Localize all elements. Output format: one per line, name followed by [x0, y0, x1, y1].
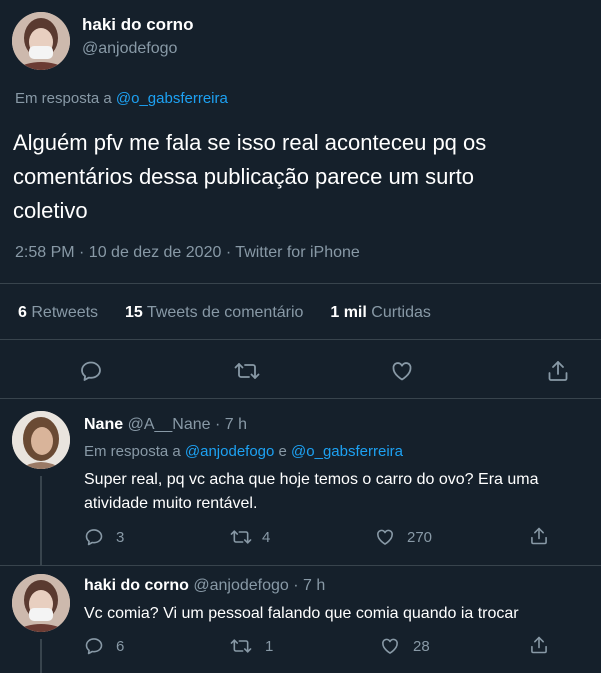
reply-to-link[interactable]: @o_gabsferreira	[291, 443, 403, 460]
like-icon[interactable]	[390, 359, 414, 383]
reply-display-name[interactable]: haki do corno	[84, 577, 189, 594]
reply-icon[interactable]	[79, 359, 103, 383]
tweet-stats: 6 Retweets 15 Tweets de comentário 1 mil…	[18, 304, 431, 322]
like-count: 28	[413, 638, 430, 655]
thread-line	[40, 639, 42, 673]
comments-stat[interactable]: 15 Tweets de comentário	[125, 304, 308, 321]
retweet-icon[interactable]	[230, 636, 252, 656]
tweet-text: Alguém pfv me fala se isso real acontece…	[13, 126, 593, 228]
tweet-text-line: comentários dessa publicação parece um s…	[13, 164, 475, 189]
retweets-stat[interactable]: 6 Retweets	[18, 304, 103, 321]
reply-context: Em resposta a @o_gabsferreira	[15, 90, 228, 107]
share-icon[interactable]	[529, 635, 549, 655]
likes-label: Curtidas	[371, 304, 431, 321]
share-icon[interactable]	[529, 526, 549, 546]
reply-prefix: Em resposta a	[15, 90, 112, 107]
retweets-count: 6	[18, 304, 27, 321]
reply-text: Super real, pq vc acha que hoje temos o …	[84, 468, 594, 516]
thread-line	[40, 476, 42, 566]
avatar-image	[12, 574, 70, 632]
reply-header: Nane @A__Nane · 7 h	[84, 416, 247, 434]
reply-count: 3	[116, 529, 125, 546]
like-icon[interactable]	[375, 527, 395, 547]
like-icon[interactable]	[380, 636, 400, 656]
comments-count: 15	[124, 304, 143, 321]
reply-avatar[interactable]	[12, 411, 70, 469]
reply-handle-time[interactable]: @anjodefogo · 7 h	[193, 577, 325, 594]
reply-text-line: Super real, pq vc acha que hoje temos o …	[84, 471, 539, 488]
retweet-icon[interactable]	[230, 527, 252, 547]
reply-prefix: Em resposta a	[84, 443, 181, 460]
tweet-text-line: Alguém pfv me fala se isso real acontece…	[13, 130, 487, 155]
reply-icon[interactable]	[84, 636, 104, 656]
reply-text: Vc comia? Vi um pessoal falando que comi…	[84, 602, 594, 626]
author-display-name[interactable]: haki do corno	[82, 15, 193, 35]
like-count: 270	[407, 529, 433, 546]
tweet-text-line: coletivo	[13, 198, 88, 223]
share-icon[interactable]	[546, 359, 570, 383]
reply-avatar[interactable]	[12, 574, 70, 632]
reply-to-link[interactable]: @anjodefogo	[185, 443, 274, 460]
tweet-meta[interactable]: 2:58 PM · 10 de dez de 2020 · Twitter fo…	[15, 244, 360, 262]
author-avatar[interactable]	[12, 12, 70, 70]
reply-context: Em resposta a @anjodefogo e @o_gabsferre…	[84, 443, 403, 460]
likes-stat[interactable]: 1 mil Curtidas	[330, 304, 431, 321]
retweet-count: 1	[265, 638, 274, 655]
retweet-icon[interactable]	[234, 359, 260, 383]
reply-count: 6	[116, 638, 125, 655]
reply-header: haki do corno @anjodefogo · 7 h	[84, 577, 325, 595]
divider	[0, 339, 601, 340]
divider	[0, 565, 601, 566]
likes-count: 1 mil	[330, 304, 367, 321]
retweets-label: Retweets	[31, 304, 99, 321]
retweet-count: 4	[262, 529, 271, 546]
divider	[0, 283, 601, 284]
reply-to-link[interactable]: @o_gabsferreira	[116, 90, 228, 107]
reply-and: e	[278, 443, 287, 460]
avatar-image	[12, 12, 70, 70]
author-handle[interactable]: @anjodefogo	[82, 40, 177, 58]
reply-handle-time[interactable]: @A__Nane · 7 h	[128, 416, 247, 433]
divider	[0, 398, 601, 399]
reply-text-line: atividade muito rentável.	[84, 495, 258, 512]
reply-text-line: Vc comia? Vi um pessoal falando que comi…	[84, 605, 519, 622]
reply-icon[interactable]	[84, 527, 104, 547]
reply-display-name[interactable]: Nane	[84, 416, 123, 433]
avatar-image	[12, 411, 70, 469]
comments-label: Tweets de comentário	[146, 304, 304, 321]
